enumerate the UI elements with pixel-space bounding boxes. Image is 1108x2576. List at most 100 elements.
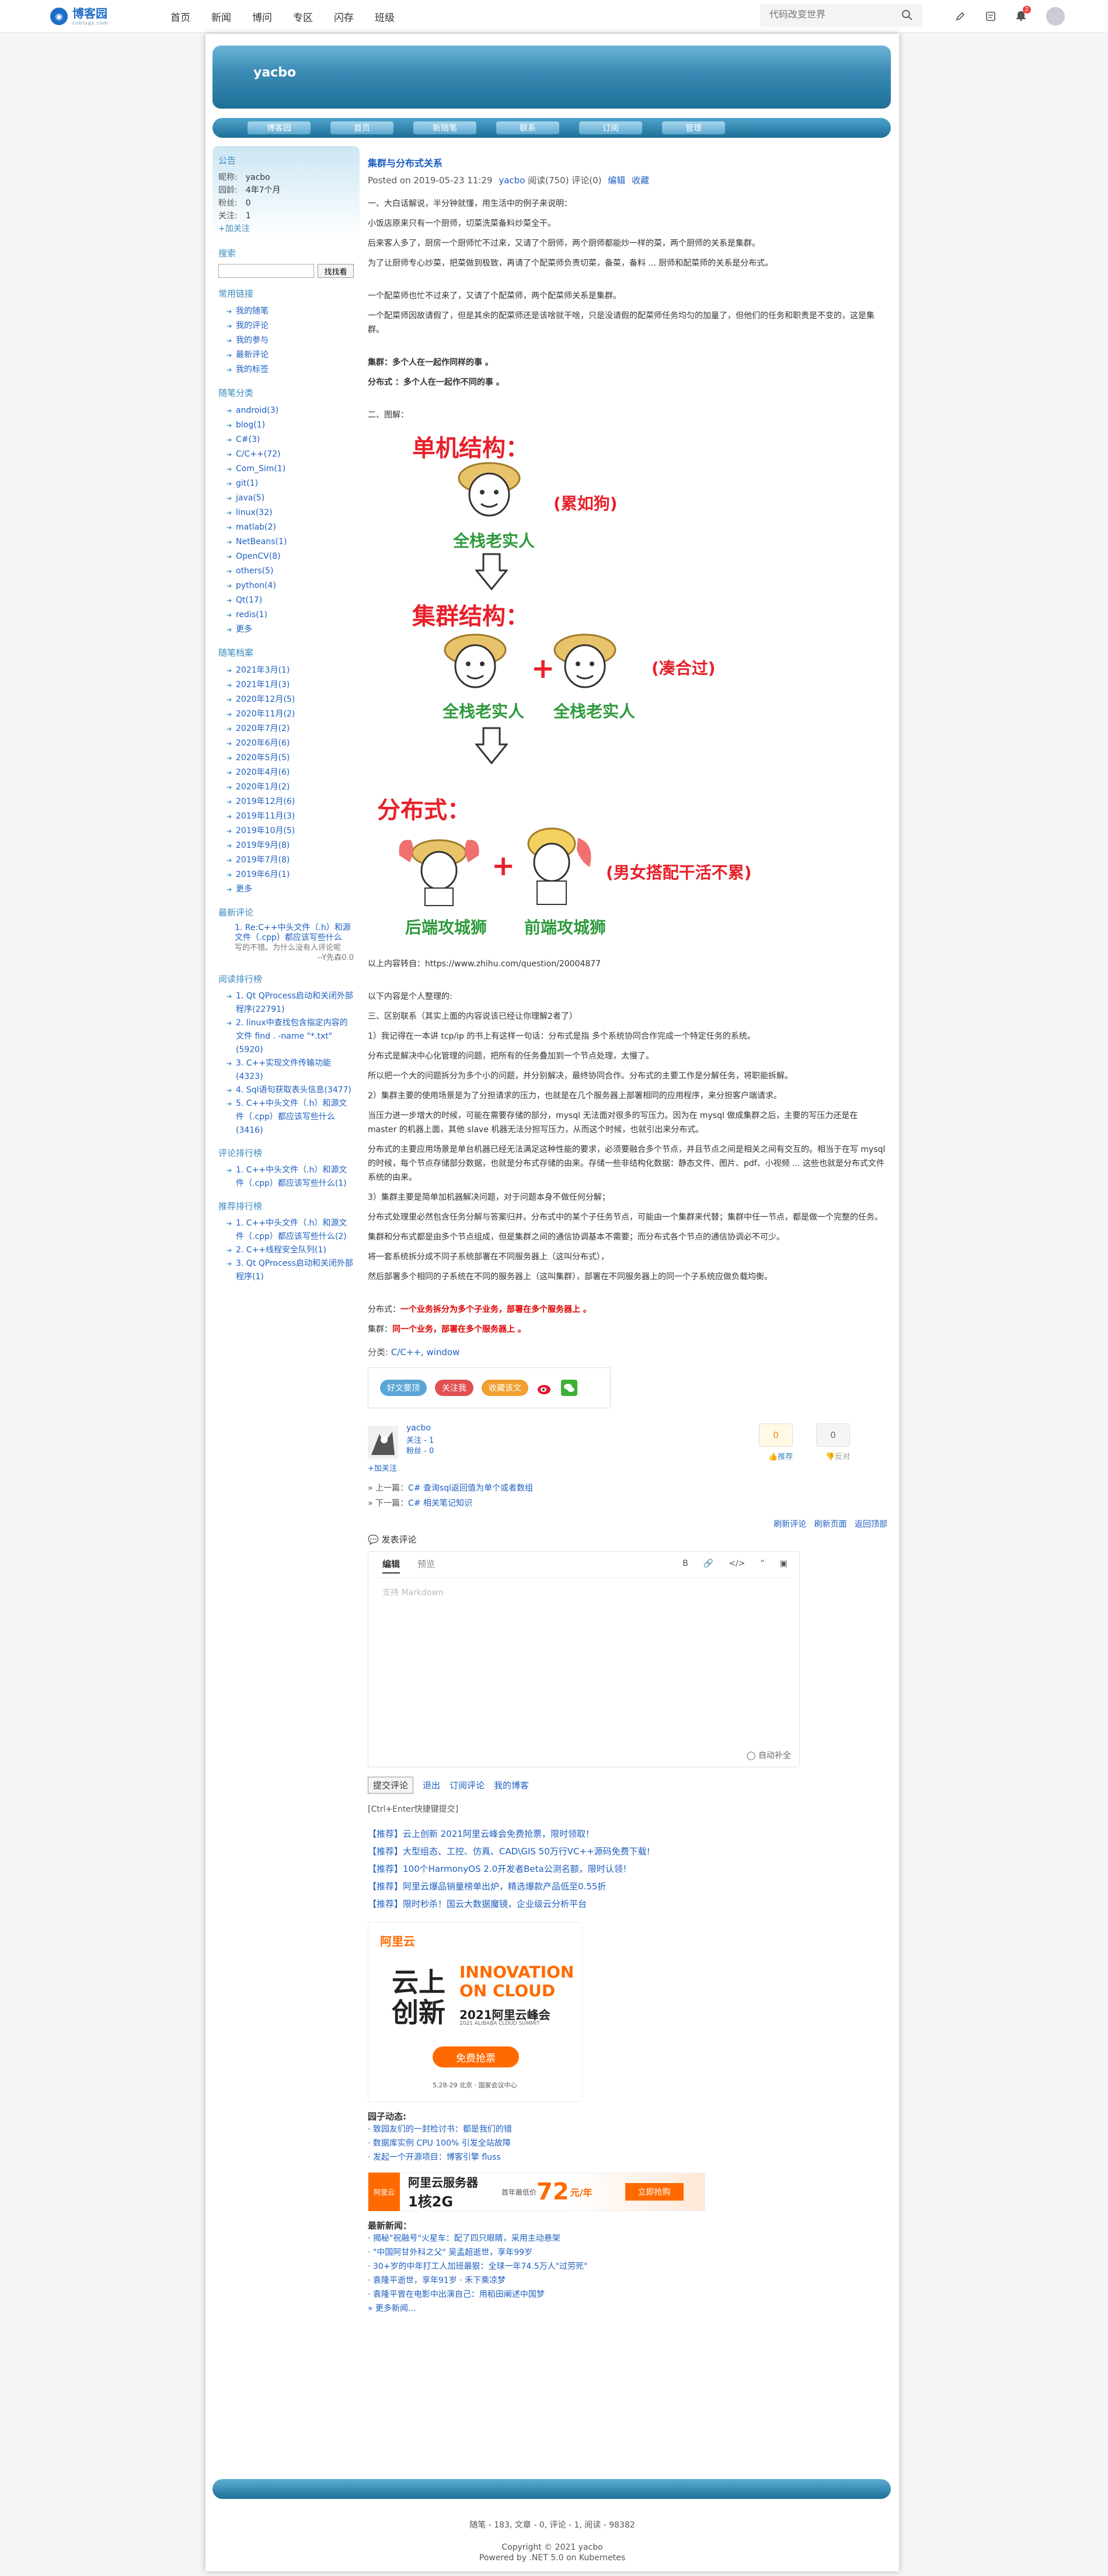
category-item[interactable]: android(3)	[218, 403, 354, 418]
profile-age[interactable]: 4年7个月	[246, 186, 281, 195]
archive-item[interactable]: 2019年9月(8)	[218, 838, 354, 853]
archive-item[interactable]: 2020年6月(6)	[218, 736, 354, 751]
latest-news-item[interactable]: · "中国阿甘外科之父" 吴孟超逝世，享年99岁	[368, 2246, 887, 2260]
category-links[interactable]: C/C++, window	[391, 1347, 460, 1357]
sidebar-link[interactable]: 最新评论	[218, 348, 354, 363]
archive-item[interactable]: 2020年5月(5)	[218, 751, 354, 765]
recommend-link[interactable]: 【推荐】阿里云爆品销量榜单出炉，精选爆款产品低至0.55折	[368, 1878, 887, 1895]
category-item[interactable]: linux(32)	[218, 506, 354, 520]
user-avatar[interactable]	[1046, 7, 1065, 26]
sidebar-link[interactable]: 我的随笔	[218, 304, 354, 319]
post-fav-link[interactable]: 收藏	[632, 175, 649, 186]
sidebar-search-button[interactable]: 找找看	[318, 264, 354, 278]
recent-comment-link[interactable]: 1. Re:C++中头文件（.h）和源文件（.cpp）都应该写些什么	[218, 923, 354, 943]
category-item[interactable]: 更多	[218, 622, 354, 637]
blog-nav-new-post[interactable]: 新随笔	[413, 121, 476, 134]
my-blog-link[interactable]: 我的博客	[494, 1779, 529, 1791]
latest-news-item[interactable]: · 袁隆平曾在电影中出演自己：用稻田阐述中国梦	[368, 2288, 887, 2302]
archive-item[interactable]: 2020年4月(6)	[218, 765, 354, 780]
logout-link[interactable]: 退出	[423, 1779, 440, 1791]
top-search-input[interactable]	[769, 10, 886, 20]
submit-comment-button[interactable]: 提交评论	[368, 1777, 414, 1794]
recommend-rank-item[interactable]: 2. C++线程安全队列(1)	[218, 1244, 354, 1257]
sidebar-link[interactable]: 我的评论	[218, 319, 354, 333]
archive-item[interactable]: 2020年11月(2)	[218, 707, 354, 722]
recommend-link[interactable]: 【推荐】大型组态、工控、仿真、CAD\GIS 50万行VC++源码免费下载!	[368, 1843, 887, 1860]
next-post-link[interactable]: C# 相关笔记知识	[408, 1499, 472, 1508]
archive-item[interactable]: 2021年1月(3)	[218, 678, 354, 692]
aliyun-server-ad[interactable]: 阿里云 阿里云服务器 1核2G 首年最低价 72 元/年 立即抢购	[368, 2173, 705, 2211]
wechat-icon[interactable]	[561, 1380, 577, 1396]
category-item[interactable]: C/C++(72)	[218, 447, 354, 462]
back-to-top-link[interactable]: 返回顶部	[855, 1520, 887, 1529]
comment-textarea[interactable]: 支持 Markdown	[374, 1578, 793, 1747]
author-following[interactable]: 关注 - 1	[406, 1434, 434, 1445]
notification-button[interactable]: 2	[1016, 6, 1031, 23]
search-icon[interactable]	[901, 9, 913, 21]
site-logo[interactable]: ◉ 博客园 cnblogs.com	[50, 5, 109, 28]
reading-rank-item[interactable]: 5. C++中头文件（.h）和源文件（.cpp）都应该写些什么(3416)	[218, 1097, 354, 1137]
bury-button[interactable]: 0	[816, 1423, 850, 1447]
category-item[interactable]: git(1)	[218, 476, 354, 491]
top-nav-questions[interactable]: 博问	[252, 9, 272, 24]
blog-nav-contact[interactable]: 联系	[496, 121, 559, 134]
archive-item[interactable]: 2019年12月(6)	[218, 795, 354, 809]
bold-icon[interactable]: B	[682, 1559, 688, 1568]
category-item[interactable]: blog(1)	[218, 418, 354, 433]
sidebar-link[interactable]: 我的标签	[218, 363, 354, 377]
reading-rank-item[interactable]: 2. linux中查找包含指定内容的文件 find . -name "*.txt…	[218, 1017, 354, 1057]
reading-rank-item[interactable]: 1. Qt QProcess启动和关闭外部程序(22791)	[218, 990, 354, 1017]
archive-item[interactable]: 2020年7月(2)	[218, 722, 354, 736]
digg-button[interactable]: 0	[759, 1423, 793, 1447]
more-news-link[interactable]: » 更多新闻...	[368, 2302, 887, 2316]
blog-nav-subscribe[interactable]: 订阅	[579, 121, 642, 134]
blog-nav-home[interactable]: 首页	[330, 121, 393, 134]
peer-news-item[interactable]: · 致园友们的一封检讨书：都是我们的错	[368, 2122, 887, 2136]
ad-cta-button[interactable]: 立即抢购	[625, 2183, 684, 2201]
archive-item[interactable]: 2019年10月(5)	[218, 824, 354, 838]
archive-item[interactable]: 更多	[218, 882, 354, 897]
sidebar-link[interactable]: 我的参与	[218, 333, 354, 348]
comment-rank-item[interactable]: 1. C++中头文件（.h）和源文件（.cpp）都应该写些什么(1)	[218, 1164, 354, 1190]
author-avatar[interactable]	[368, 1426, 398, 1458]
category-item[interactable]: Com_Sim(1)	[218, 462, 354, 476]
code-icon[interactable]: </>	[729, 1559, 745, 1568]
quote-icon[interactable]: “	[761, 1559, 765, 1568]
follow-link[interactable]: +加关注	[218, 224, 250, 234]
archive-item[interactable]: 2019年6月(1)	[218, 868, 354, 882]
digg-post-button[interactable]: 好文要顶	[380, 1380, 427, 1396]
aliyun-summit-ad[interactable]: 阿里云 云上 创新 INNOVATION ON CLOUD 2021阿里云峰会 …	[368, 1922, 583, 2102]
favorite-button[interactable]: 收藏该文	[482, 1380, 528, 1396]
category-item[interactable]: python(4)	[218, 579, 354, 593]
top-nav-ing[interactable]: 闪存	[334, 9, 354, 24]
reading-rank-item[interactable]: 3. C++实现文件传输功能(4323)	[218, 1057, 354, 1084]
category-item[interactable]: C#(3)	[218, 433, 354, 447]
profile-nickname[interactable]: yacbo	[246, 173, 270, 182]
weibo-icon[interactable]	[536, 1380, 553, 1396]
latest-news-item[interactable]: · 揭秘"祝融号"火星车：配了四只眼睛，采用主动悬架	[368, 2232, 887, 2246]
category-item[interactable]: NetBeans(1)	[218, 535, 354, 549]
post-author[interactable]: yacbo	[499, 175, 525, 186]
post-title[interactable]: 集群与分布式关系	[368, 155, 887, 169]
archive-item[interactable]: 2021年3月(1)	[218, 663, 354, 678]
archive-item[interactable]: 2020年1月(2)	[218, 780, 354, 795]
tab-edit[interactable]: 编辑	[382, 1558, 400, 1574]
top-nav-home[interactable]: 首页	[170, 9, 190, 24]
top-nav-class[interactable]: 班级	[375, 9, 395, 24]
tab-preview[interactable]: 预览	[417, 1558, 435, 1574]
image-icon[interactable]: ▣	[780, 1559, 788, 1568]
author-fans[interactable]: 粉丝 - 0	[406, 1444, 434, 1456]
ad-cta-button[interactable]: 免费抢票	[433, 2046, 519, 2067]
blog-title[interactable]: yacbo	[253, 65, 296, 80]
prev-post-link[interactable]: C# 查询sql返回值为单个或者数组	[408, 1484, 533, 1493]
recommend-link[interactable]: 【推荐】云上创新 2021阿里云峰会免费抢票，限时领取！	[368, 1825, 887, 1843]
category-item[interactable]: matlab(2)	[218, 520, 354, 535]
top-nav-zone[interactable]: 专区	[293, 9, 313, 24]
reading-rank-item[interactable]: 4. Sql语句获取表头信息(3477)	[218, 1084, 354, 1097]
sidebar-search-input[interactable]	[218, 264, 314, 278]
link-icon[interactable]: 🔗	[703, 1559, 713, 1568]
pen-icon[interactable]	[955, 11, 966, 22]
blog-nav-cnblogs[interactable]: 博客园	[248, 121, 311, 134]
latest-news-item[interactable]: · 袁隆平逝世，享年91岁 · 禾下乘凉梦	[368, 2274, 887, 2288]
latest-news-item[interactable]: · 30+岁的中年打工人加班最狠：全球一年74.5万人"过劳死"	[368, 2260, 887, 2274]
